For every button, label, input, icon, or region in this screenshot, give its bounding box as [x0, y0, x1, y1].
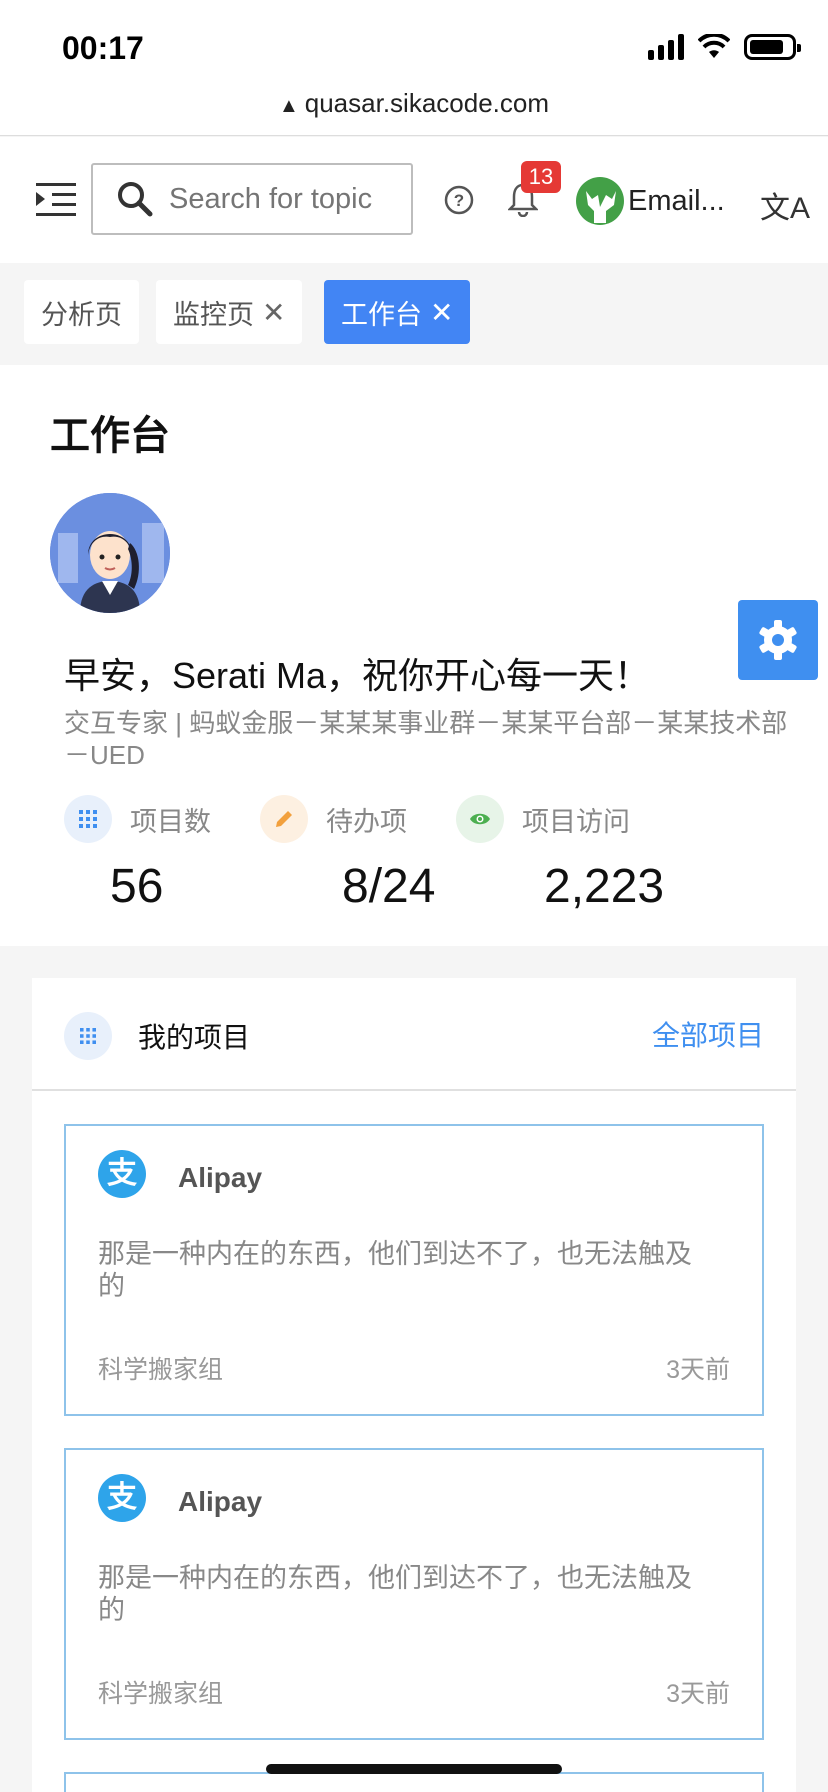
user-menu[interactable]: Email... — [576, 177, 738, 225]
gear-icon — [759, 620, 797, 660]
settings-button[interactable] — [738, 600, 818, 680]
stat-value: 8/24 — [342, 860, 436, 913]
notification-badge: 13 — [521, 161, 561, 193]
alipay-logo-icon: 支 — [98, 1150, 146, 1198]
project-name: Alipay — [178, 1162, 263, 1193]
project-card[interactable]: 支 Alipay 那是一种内在的东西，他们到达不了，也无法触及的 科学搬家组 3… — [64, 1448, 764, 1740]
tab-label: 工作台 — [341, 299, 422, 330]
search-box[interactable] — [91, 163, 413, 235]
project-group: 科学搬家组 — [98, 1356, 224, 1384]
project-group: 科学搬家组 — [98, 1680, 224, 1708]
menu-toggle-icon[interactable] — [36, 181, 76, 219]
avatar — [576, 177, 624, 225]
cellular-signal-icon — [648, 34, 684, 60]
tab-monitor[interactable]: 监控页 ✕ — [156, 280, 303, 344]
stat-projects: 项目数 56 — [64, 795, 211, 913]
status-bar: 00:17 — [0, 0, 828, 100]
projects-card: 我的项目 全部项目 支 Alipay 那是一种内在的东西，他们到达不了，也无法触… — [32, 978, 796, 1792]
project-time: 3天前 — [666, 1356, 730, 1384]
close-icon[interactable]: ✕ — [430, 296, 453, 329]
stats-row: 项目数 56 待办项 8/24 项目访问 2,223 — [64, 795, 764, 925]
translate-icon[interactable]: 文A — [760, 183, 810, 227]
close-icon[interactable]: ✕ — [262, 296, 285, 329]
all-projects-link[interactable]: 全部项目 — [652, 1014, 764, 1054]
battery-icon — [744, 34, 801, 60]
pencil-icon — [260, 795, 308, 843]
tab-analysis[interactable]: 分析页 — [24, 280, 139, 344]
stat-label: 待办项 — [326, 806, 407, 837]
page-title: 工作台 — [50, 414, 170, 458]
search-input[interactable] — [169, 182, 399, 216]
grid-icon — [64, 1012, 112, 1060]
tab-label: 监控页 — [173, 299, 254, 330]
stat-label: 项目数 — [130, 806, 211, 837]
help-icon[interactable]: ? — [444, 185, 474, 215]
stat-label: 项目访问 — [522, 806, 630, 837]
eye-icon — [456, 795, 504, 843]
workbench-summary: 工作台 早安，Serati Ma，祝你开心每一天！ 交互专家 | 蚂蚁金服－某某… — [0, 365, 828, 946]
project-name: Alipay — [178, 1486, 263, 1517]
greeting-text: 早安，Serati Ma，祝你开心每一天！ — [64, 655, 651, 696]
status-icons — [648, 34, 801, 60]
alipay-logo-icon: 支 — [98, 1474, 146, 1522]
svg-text:?: ? — [454, 191, 464, 210]
user-name: Email... — [628, 184, 725, 217]
avatar — [50, 493, 170, 613]
project-card[interactable]: 支 Alipay 那是一种内在的东西，他们到达不了，也无法触及的 科学搬家组 3… — [64, 1124, 764, 1416]
search-icon — [118, 182, 153, 217]
stat-visits: 项目访问 2,223 — [456, 795, 664, 913]
project-time: 3天前 — [666, 1680, 730, 1708]
stat-value: 2,223 — [544, 860, 665, 913]
tab-bar: 分析页 监控页 ✕ 工作台 ✕ — [0, 263, 828, 365]
tab-workbench[interactable]: 工作台 ✕ — [324, 280, 471, 344]
address-bar[interactable]: ▲ quasar.sikacode.com — [0, 88, 828, 136]
stat-todos: 待办项 8/24 — [260, 795, 435, 913]
warning-icon: ▲ — [278, 95, 299, 117]
projects-title: 我的项目 — [138, 1022, 251, 1053]
project-description: 那是一种内在的东西，他们到达不了，也无法触及的 — [98, 1239, 692, 1301]
projects-header: 我的项目 全部项目 — [32, 978, 796, 1091]
project-card[interactable] — [64, 1772, 764, 1792]
wifi-icon — [698, 34, 730, 58]
url-text: quasar.sikacode.com — [304, 88, 550, 118]
user-description: 交互专家 | 蚂蚁金服－某某某事业群－某某平台部－某某技术部－UED — [64, 708, 788, 770]
app-header: ? 13 Email... 文A — [0, 137, 828, 263]
project-description: 那是一种内在的东西，他们到达不了，也无法触及的 — [98, 1563, 692, 1625]
grid-icon — [64, 795, 112, 843]
stat-value: 56 — [110, 860, 164, 913]
status-time: 00:17 — [62, 30, 144, 66]
tab-label: 分析页 — [41, 299, 122, 330]
home-indicator[interactable] — [266, 1764, 562, 1774]
